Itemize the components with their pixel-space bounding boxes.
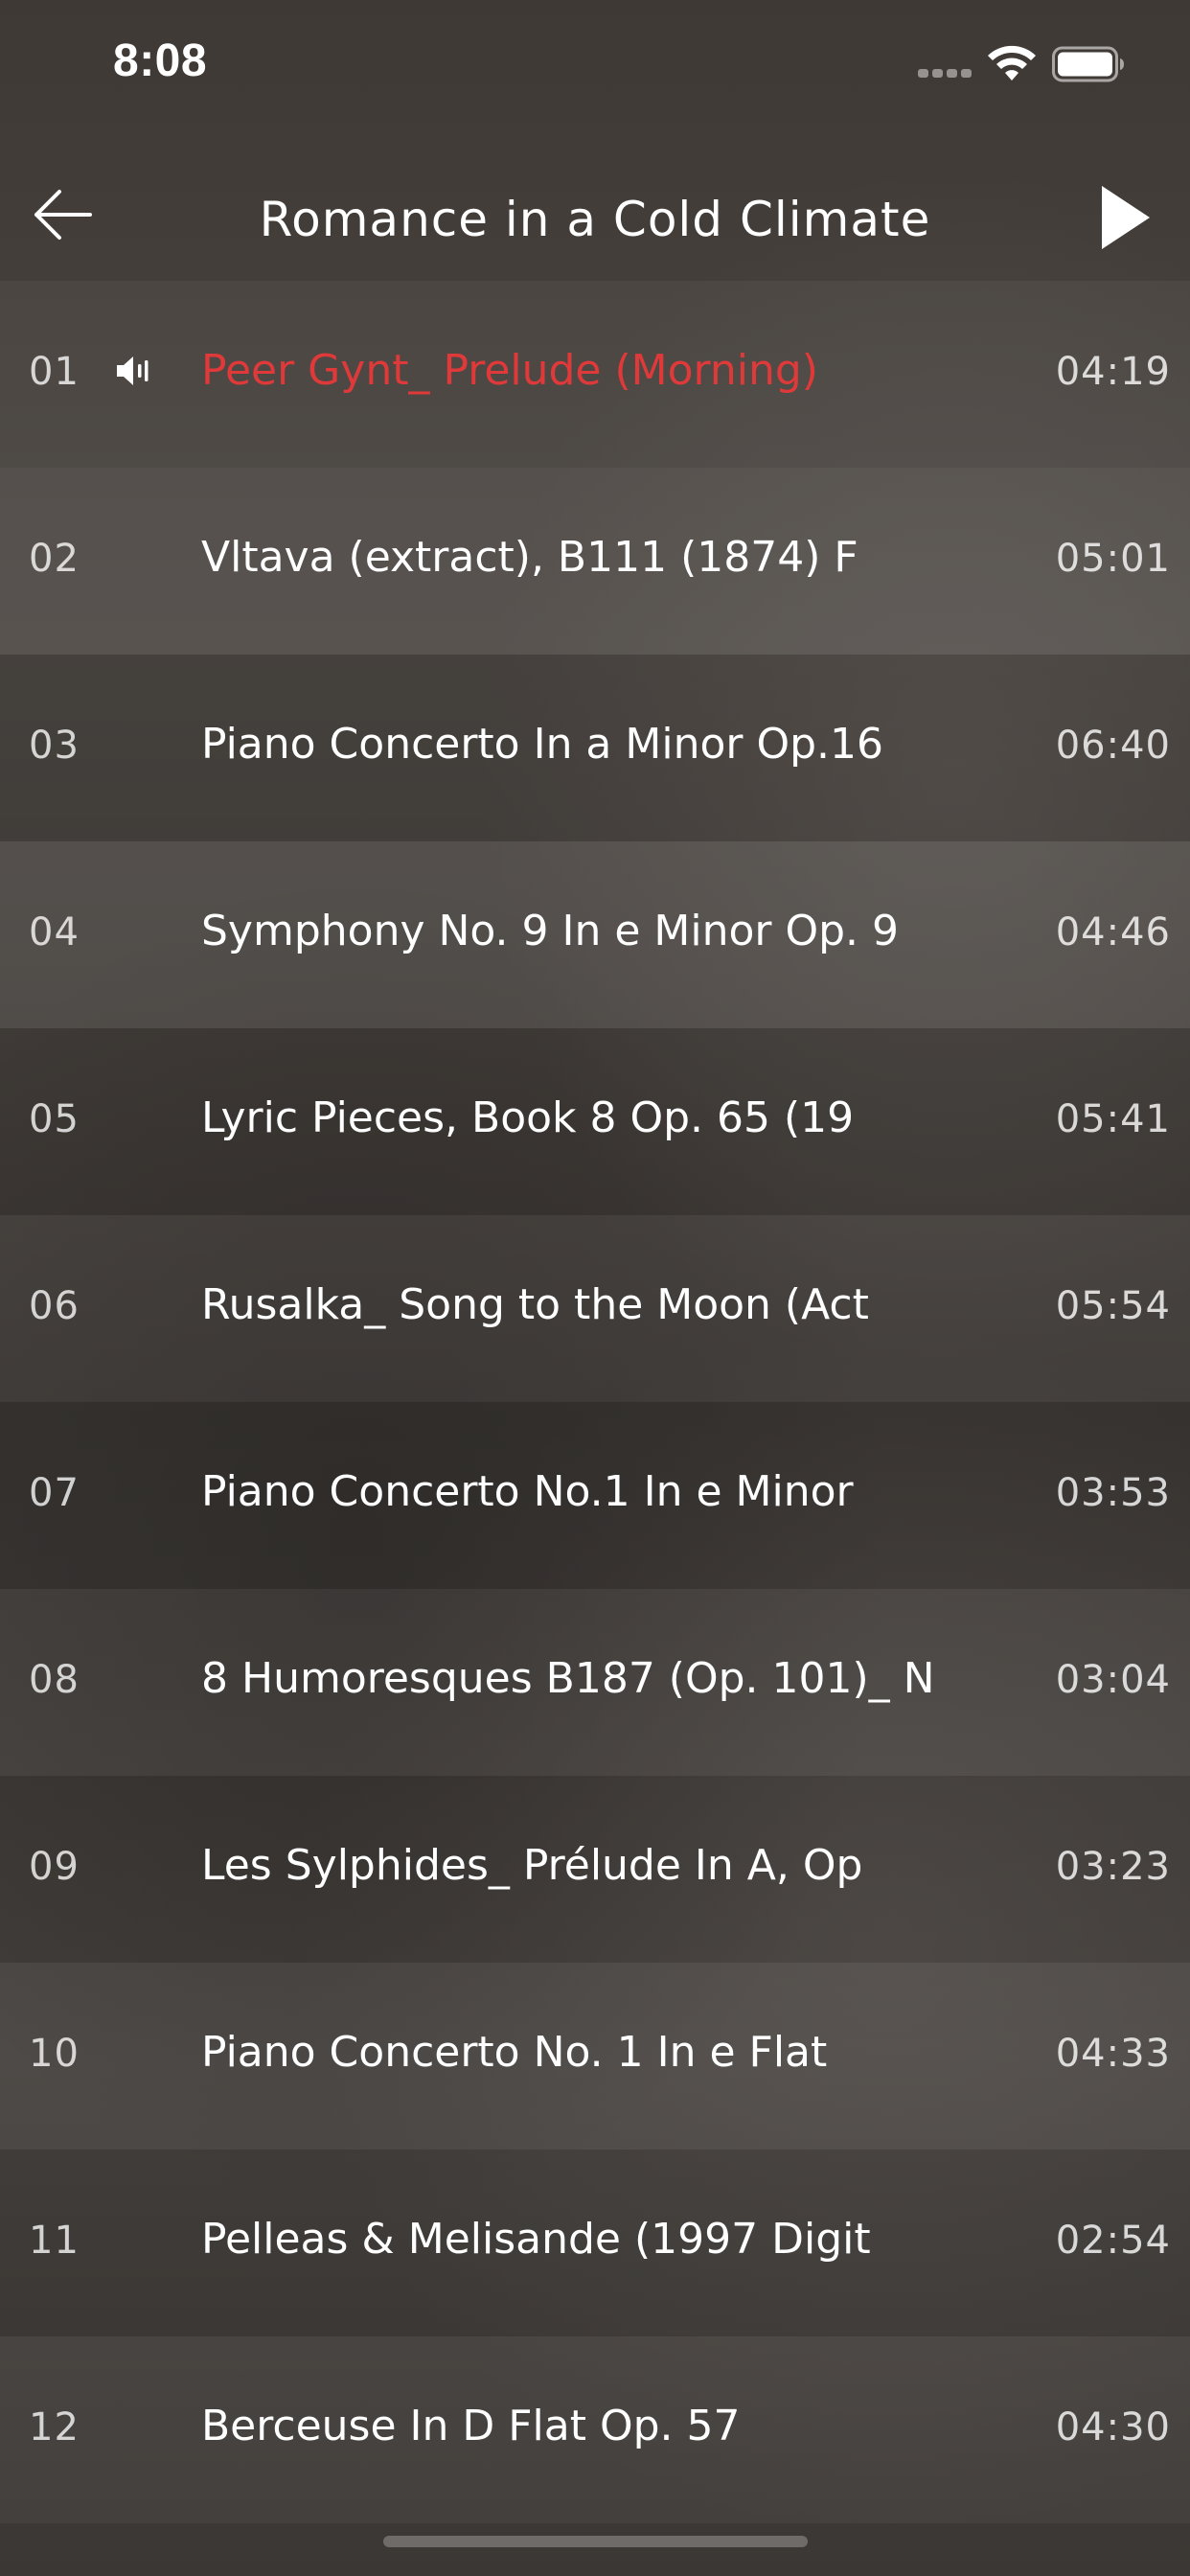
- track-duration: 04:19: [1055, 350, 1171, 394]
- page-title: Romance in a Cold Climate: [259, 192, 931, 247]
- play-icon[interactable]: [1098, 184, 1152, 251]
- track-number: 05: [29, 1097, 80, 1141]
- home-indicator[interactable]: [383, 2536, 808, 2547]
- track-number: 02: [29, 537, 80, 581]
- track-title: Vltava (extract), B111 (1874) F: [201, 533, 858, 582]
- track-title: Lyric Pieces, Book 8 Op. 65 (19: [201, 1093, 855, 1142]
- track-duration: 05:41: [1055, 1097, 1171, 1141]
- track-duration: 02:54: [1055, 2219, 1171, 2263]
- track-number: 08: [29, 1658, 80, 1702]
- track-number: 06: [29, 1284, 80, 1328]
- track-row[interactable]: 11 Pelleas & Melisande (1997 Digit 02:54: [0, 2150, 1190, 2336]
- track-row[interactable]: 07 Piano Concerto No.1 In e Minor 03:53: [0, 1402, 1190, 1589]
- track-row[interactable]: 02 Vltava (extract), B111 (1874) F 05:01: [0, 468, 1190, 655]
- track-title: Piano Concerto No. 1 In e Flat: [201, 2028, 828, 2077]
- track-number: 11: [29, 2219, 80, 2263]
- track-duration: 05:01: [1055, 537, 1171, 581]
- track-duration: 04:30: [1055, 2405, 1171, 2450]
- track-number: 04: [29, 910, 80, 954]
- track-title: Pelleas & Melisande (1997 Digit: [201, 2215, 871, 2264]
- track-title: Peer Gynt_ Prelude (Morning): [201, 346, 818, 395]
- track-duration: 03:53: [1055, 1471, 1171, 1515]
- track-duration: 04:33: [1055, 2032, 1171, 2076]
- status-bar: 8:08: [0, 0, 1190, 134]
- track-title: Les Sylphides_ Prélude In A, Op: [201, 1841, 863, 1890]
- back-arrow-icon[interactable]: [29, 186, 94, 243]
- track-row[interactable]: 09 Les Sylphides_ Prélude In A, Op 03:23: [0, 1776, 1190, 1963]
- track-duration: 03:23: [1055, 1845, 1171, 1889]
- track-duration: 04:46: [1055, 910, 1171, 954]
- track-title: Piano Concerto No.1 In e Minor: [201, 1467, 854, 1516]
- speaker-playing-icon: [117, 356, 149, 385]
- wifi-icon: [988, 45, 1036, 80]
- track-list: 01 Peer Gynt_ Prelude (Morning) 04:19 02…: [0, 281, 1190, 2523]
- track-title: Berceuse In D Flat Op. 57: [201, 2402, 741, 2450]
- track-title: 8 Humoresques B187 (Op. 101)_ N: [201, 1654, 935, 1703]
- track-title: Rusalka_ Song to the Moon (Act: [201, 1280, 869, 1329]
- signal-icon: [918, 69, 973, 80]
- track-number: 03: [29, 724, 80, 768]
- status-time: 8:08: [113, 35, 208, 86]
- battery-icon: [1052, 46, 1124, 82]
- track-number: 12: [29, 2405, 80, 2450]
- track-row[interactable]: 01 Peer Gynt_ Prelude (Morning) 04:19: [0, 281, 1190, 468]
- track-row[interactable]: 10 Piano Concerto No. 1 In e Flat 04:33: [0, 1963, 1190, 2150]
- track-row[interactable]: 05 Lyric Pieces, Book 8 Op. 65 (19 05:41: [0, 1028, 1190, 1215]
- nav-bar: Romance in a Cold Climate: [0, 163, 1190, 280]
- track-duration: 06:40: [1055, 724, 1171, 768]
- track-row[interactable]: 08 8 Humoresques B187 (Op. 101)_ N 03:04: [0, 1589, 1190, 1776]
- track-row[interactable]: 04 Symphony No. 9 In e Minor Op. 9 04:46: [0, 841, 1190, 1028]
- track-duration: 03:04: [1055, 1658, 1171, 1702]
- track-title: Piano Concerto In a Minor Op.16: [201, 720, 883, 769]
- track-duration: 05:54: [1055, 1284, 1171, 1328]
- track-number: 07: [29, 1471, 80, 1515]
- track-row[interactable]: 06 Rusalka_ Song to the Moon (Act 05:54: [0, 1215, 1190, 1402]
- track-number: 10: [29, 2032, 80, 2076]
- track-row[interactable]: 03 Piano Concerto In a Minor Op.16 06:40: [0, 655, 1190, 841]
- track-number: 09: [29, 1845, 80, 1889]
- track-title: Symphony No. 9 In e Minor Op. 9: [201, 907, 899, 955]
- track-row[interactable]: 12 Berceuse In D Flat Op. 57 04:30: [0, 2336, 1190, 2523]
- track-number: 01: [29, 350, 80, 394]
